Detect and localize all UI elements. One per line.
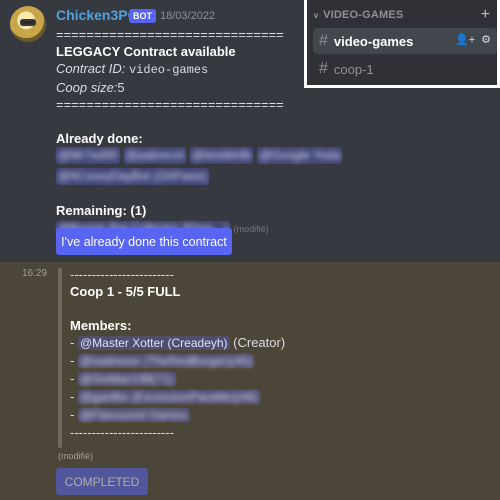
edited-label: (modifié) [58, 451, 94, 461]
creator-suffix: (Creator) [233, 335, 286, 350]
user-mention[interactable]: @pabrecol [123, 147, 186, 164]
user-mention[interactable]: @sadnessr (TheRedBurger)(45) [77, 354, 255, 368]
creator-mention[interactable]: @Master Xotter (Creadeyh) [77, 336, 230, 350]
contract-id-label: Contract ID: [56, 61, 126, 76]
coop-title: Coop 1 - 5/5 FULL [70, 284, 181, 299]
coop-size-value: 5 [117, 80, 125, 95]
coop-size-label: Coop size: [56, 80, 118, 95]
member-row-creator: - @Master Xotter (Creadeyh) (Creator) [70, 335, 286, 350]
channel-item-coop-1[interactable]: # coop-1 [313, 56, 497, 82]
user-mention[interactable]: @Flavoured Games [77, 408, 190, 422]
user-mention[interactable]: @Google Yoda [257, 147, 343, 164]
channel-item-video-games[interactable]: # video-games 👤+ ⚙ [313, 28, 497, 54]
user-mention[interactable]: @Mr7ed00 [56, 147, 120, 164]
user-mention[interactable]: @ItCoveyDayBot (GhPaws) [56, 168, 209, 185]
completed-button: COMPLETED [56, 468, 148, 495]
quote-bar [58, 268, 62, 448]
invite-member-icon[interactable]: 👤+ [455, 33, 475, 46]
channel-name: video-games [333, 33, 414, 49]
text-channel-icon: # [319, 32, 328, 49]
member-row: - @ganfbo (ExcessiveParaMe)(49) [70, 389, 260, 404]
coop-message-body: ------------------------ Coop 1 - 5/5 FU… [70, 266, 490, 441]
dash-line: ------------------------ [70, 425, 174, 440]
already-done-label: Already done: [56, 131, 143, 146]
add-channel-icon[interactable]: + [481, 6, 490, 24]
remaining-label: Remaining: (1) [56, 203, 147, 218]
already-done-button[interactable]: I've already done this contract [56, 228, 232, 255]
user-mention[interactable]: @SixMan198(71) [77, 372, 176, 386]
contract-id-value: video-games [128, 63, 209, 77]
member-row: - @SixMan198(71) [70, 371, 176, 386]
category-header[interactable]: ∨ VIDEO-GAMES [313, 9, 404, 21]
gear-icon[interactable]: ⚙ [481, 33, 491, 46]
user-mention[interactable]: @bestkk9k [189, 147, 254, 164]
chevron-down-icon: ∨ [313, 10, 320, 20]
already-done-mentions: @Mr7ed00 @pabrecol @bestkk9k @Google Yod… [56, 147, 496, 185]
channel-list-panel: ∨ VIDEO-GAMES + # video-games 👤+ ⚙ # coo… [304, 0, 500, 88]
author-name[interactable]: Chicken3PO [56, 7, 138, 23]
member-row: - @sadnessr (TheRedBurger)(45) [70, 353, 255, 368]
members-label: Members: [70, 318, 132, 333]
separator-line: ============================== [56, 97, 284, 112]
text-channel-icon: # [319, 60, 328, 77]
user-mention[interactable]: @ganfbo (ExcessiveParaMe)(49) [77, 390, 260, 404]
bot-badge: BOT [129, 9, 156, 23]
dash-line: ------------------------ [70, 267, 174, 282]
category-name: VIDEO-GAMES [323, 9, 404, 21]
channel-name: coop-1 [333, 61, 374, 77]
member-row: - @Flavoured Games [70, 407, 190, 422]
message-timestamp: 16:29 [22, 268, 48, 279]
avatar[interactable] [10, 6, 46, 42]
edited-label: (modifié) [233, 224, 269, 234]
message-timestamp: 18/03/2022 [160, 10, 216, 22]
